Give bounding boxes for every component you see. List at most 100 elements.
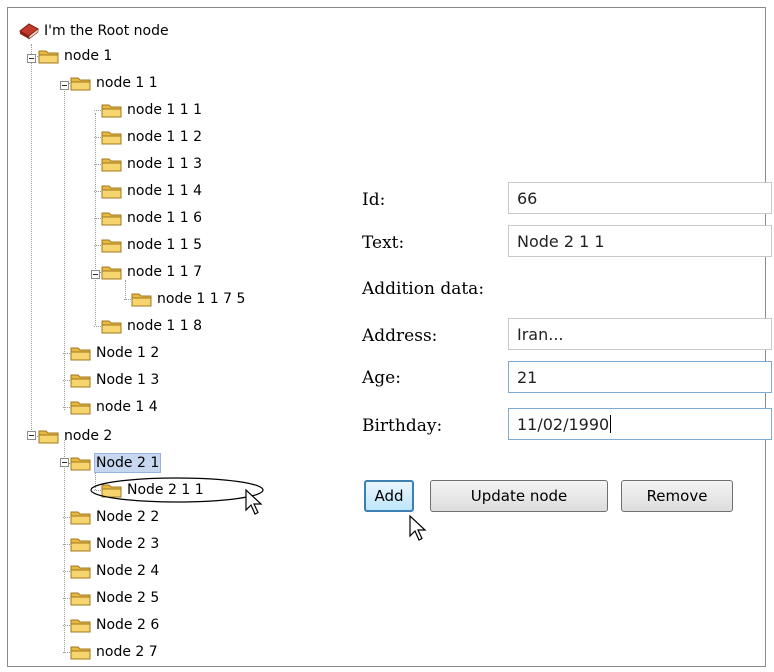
birthday-field[interactable]: 11/02/1990 xyxy=(508,408,772,440)
tree-connector xyxy=(63,380,70,381)
folder-icon xyxy=(70,646,91,660)
tree-connector xyxy=(94,218,101,219)
tree-node-label: Node 2 6 xyxy=(96,617,160,633)
tree-line xyxy=(95,113,96,325)
tree-node[interactable]: node 1 1 4 xyxy=(101,179,204,203)
tree-node-label: Node 2 1 xyxy=(94,453,162,473)
collapse-toggle-node-2-1[interactable] xyxy=(60,458,69,467)
tree-node[interactable]: node 1 1 5 xyxy=(101,233,204,257)
tree-node[interactable]: node 1 1 1 xyxy=(101,98,204,122)
tree-connector xyxy=(63,544,70,545)
tree-node[interactable]: Node 2 6 xyxy=(70,613,161,637)
folder-icon xyxy=(70,619,91,633)
folder-icon xyxy=(101,104,122,118)
tree-connector xyxy=(94,137,101,138)
tree-node[interactable]: Node 2 3 xyxy=(70,532,161,556)
id-field[interactable]: 66 xyxy=(508,182,772,214)
tree-line xyxy=(31,44,32,436)
address-field[interactable]: Iran... xyxy=(508,318,772,350)
tree-node-label: node 1 1 1 xyxy=(127,102,203,118)
tree-line xyxy=(64,440,65,653)
tree-connector xyxy=(94,110,101,111)
text-caret xyxy=(610,415,612,433)
tree-node[interactable]: node 1 1 8 xyxy=(101,314,204,338)
tree-node-label: Node 1 2 xyxy=(96,345,160,361)
collapse-toggle-node-1-1[interactable] xyxy=(60,81,69,90)
tree-connector xyxy=(94,191,101,192)
folder-icon xyxy=(131,293,152,307)
tree-node-label: node 1 1 4 xyxy=(127,183,203,199)
folder-icon xyxy=(70,538,91,552)
tree-connector xyxy=(63,353,70,354)
tree-line xyxy=(64,88,65,410)
tree-connector xyxy=(63,517,70,518)
folder-icon xyxy=(70,374,91,388)
tree-node-label: node 1 1 6 xyxy=(127,210,203,226)
tree-node[interactable]: Node 2 5 xyxy=(70,586,161,610)
tree-node-label: node 1 xyxy=(64,48,113,64)
remove-button[interactable]: Remove xyxy=(621,480,733,512)
folder-icon xyxy=(101,320,122,334)
tree-root-label: I'm the Root node xyxy=(44,23,169,39)
mouse-cursor-icon xyxy=(245,488,263,515)
tree-node[interactable]: node 1 1 2 xyxy=(101,125,204,149)
tree-node[interactable]: node 1 1 6 xyxy=(101,206,204,230)
tree-connector xyxy=(94,245,101,246)
update-node-button[interactable]: Update node xyxy=(430,480,608,512)
tree-node-label: Node 2 3 xyxy=(96,536,160,552)
book-icon xyxy=(19,23,39,40)
birthday-value: 11/02/1990 xyxy=(517,414,610,434)
tree-node[interactable]: node 1 4 xyxy=(70,395,160,419)
folder-icon xyxy=(38,50,59,64)
tree-node-label: node 1 1 7 5 xyxy=(157,291,246,307)
text-field[interactable]: Node 2 1 1 xyxy=(508,225,772,257)
folder-icon xyxy=(70,511,91,525)
id-label: Id: xyxy=(362,190,386,210)
tree-node[interactable]: node 1 1 3 xyxy=(101,152,204,176)
tree-node-label: node 1 1 5 xyxy=(127,237,203,253)
tree-connector xyxy=(63,598,70,599)
tree-node-label: node 1 1 xyxy=(96,75,158,91)
tree-node-selected[interactable]: Node 2 1 xyxy=(70,451,162,475)
folder-icon xyxy=(101,131,122,145)
tree-node[interactable]: Node 1 2 xyxy=(70,341,161,365)
tree-node-label: Node 2 2 xyxy=(96,509,160,525)
tree-connector xyxy=(63,652,70,653)
folder-icon xyxy=(101,185,122,199)
highlight-ellipse xyxy=(90,477,264,503)
tree-node[interactable]: node 1 1 xyxy=(70,71,160,95)
tree-node-label: Node 2 4 xyxy=(96,563,160,579)
tree-connector xyxy=(94,164,101,165)
folder-icon xyxy=(70,592,91,606)
collapse-toggle-node-2[interactable] xyxy=(27,431,36,440)
tree-node[interactable]: node 1 xyxy=(38,44,114,68)
tree-node[interactable]: node 2 7 xyxy=(70,640,160,664)
add-button[interactable]: Add xyxy=(364,480,414,512)
tree-root[interactable]: I'm the Root node xyxy=(18,19,171,43)
age-field[interactable]: 21 xyxy=(508,361,772,393)
tree-node-label: Node 1 3 xyxy=(96,372,160,388)
tree-node-label: node 1 4 xyxy=(96,399,158,415)
folder-icon xyxy=(101,239,122,253)
age-value: 21 xyxy=(517,367,538,387)
tree-node[interactable]: node 1 1 7 5 xyxy=(131,287,247,311)
tree-connector xyxy=(63,571,70,572)
tree-node-label: node 2 xyxy=(64,428,113,444)
folder-icon xyxy=(38,430,59,444)
tree-connector xyxy=(63,407,70,408)
tree-connector xyxy=(94,326,101,327)
tree-node[interactable]: Node 1 3 xyxy=(70,368,161,392)
tree-node[interactable]: Node 2 2 xyxy=(70,505,161,529)
tree-view[interactable]: I'm the Root node node 1 node 1 1 node 1… xyxy=(0,0,300,672)
tree-node-label: node 1 1 8 xyxy=(127,318,203,334)
collapse-toggle-node-1-1-7[interactable] xyxy=(91,270,100,279)
tree-node-label: node 1 1 3 xyxy=(127,156,203,172)
tree-node[interactable]: node 1 1 7 xyxy=(101,260,204,284)
tree-node[interactable]: node 2 xyxy=(38,424,114,448)
tree-node-label: node 1 1 2 xyxy=(127,129,203,145)
collapse-toggle-node-1[interactable] xyxy=(27,54,36,63)
tree-connector xyxy=(63,625,70,626)
id-value: 66 xyxy=(517,188,538,208)
text-label: Text: xyxy=(362,233,405,253)
tree-node[interactable]: Node 2 4 xyxy=(70,559,161,583)
